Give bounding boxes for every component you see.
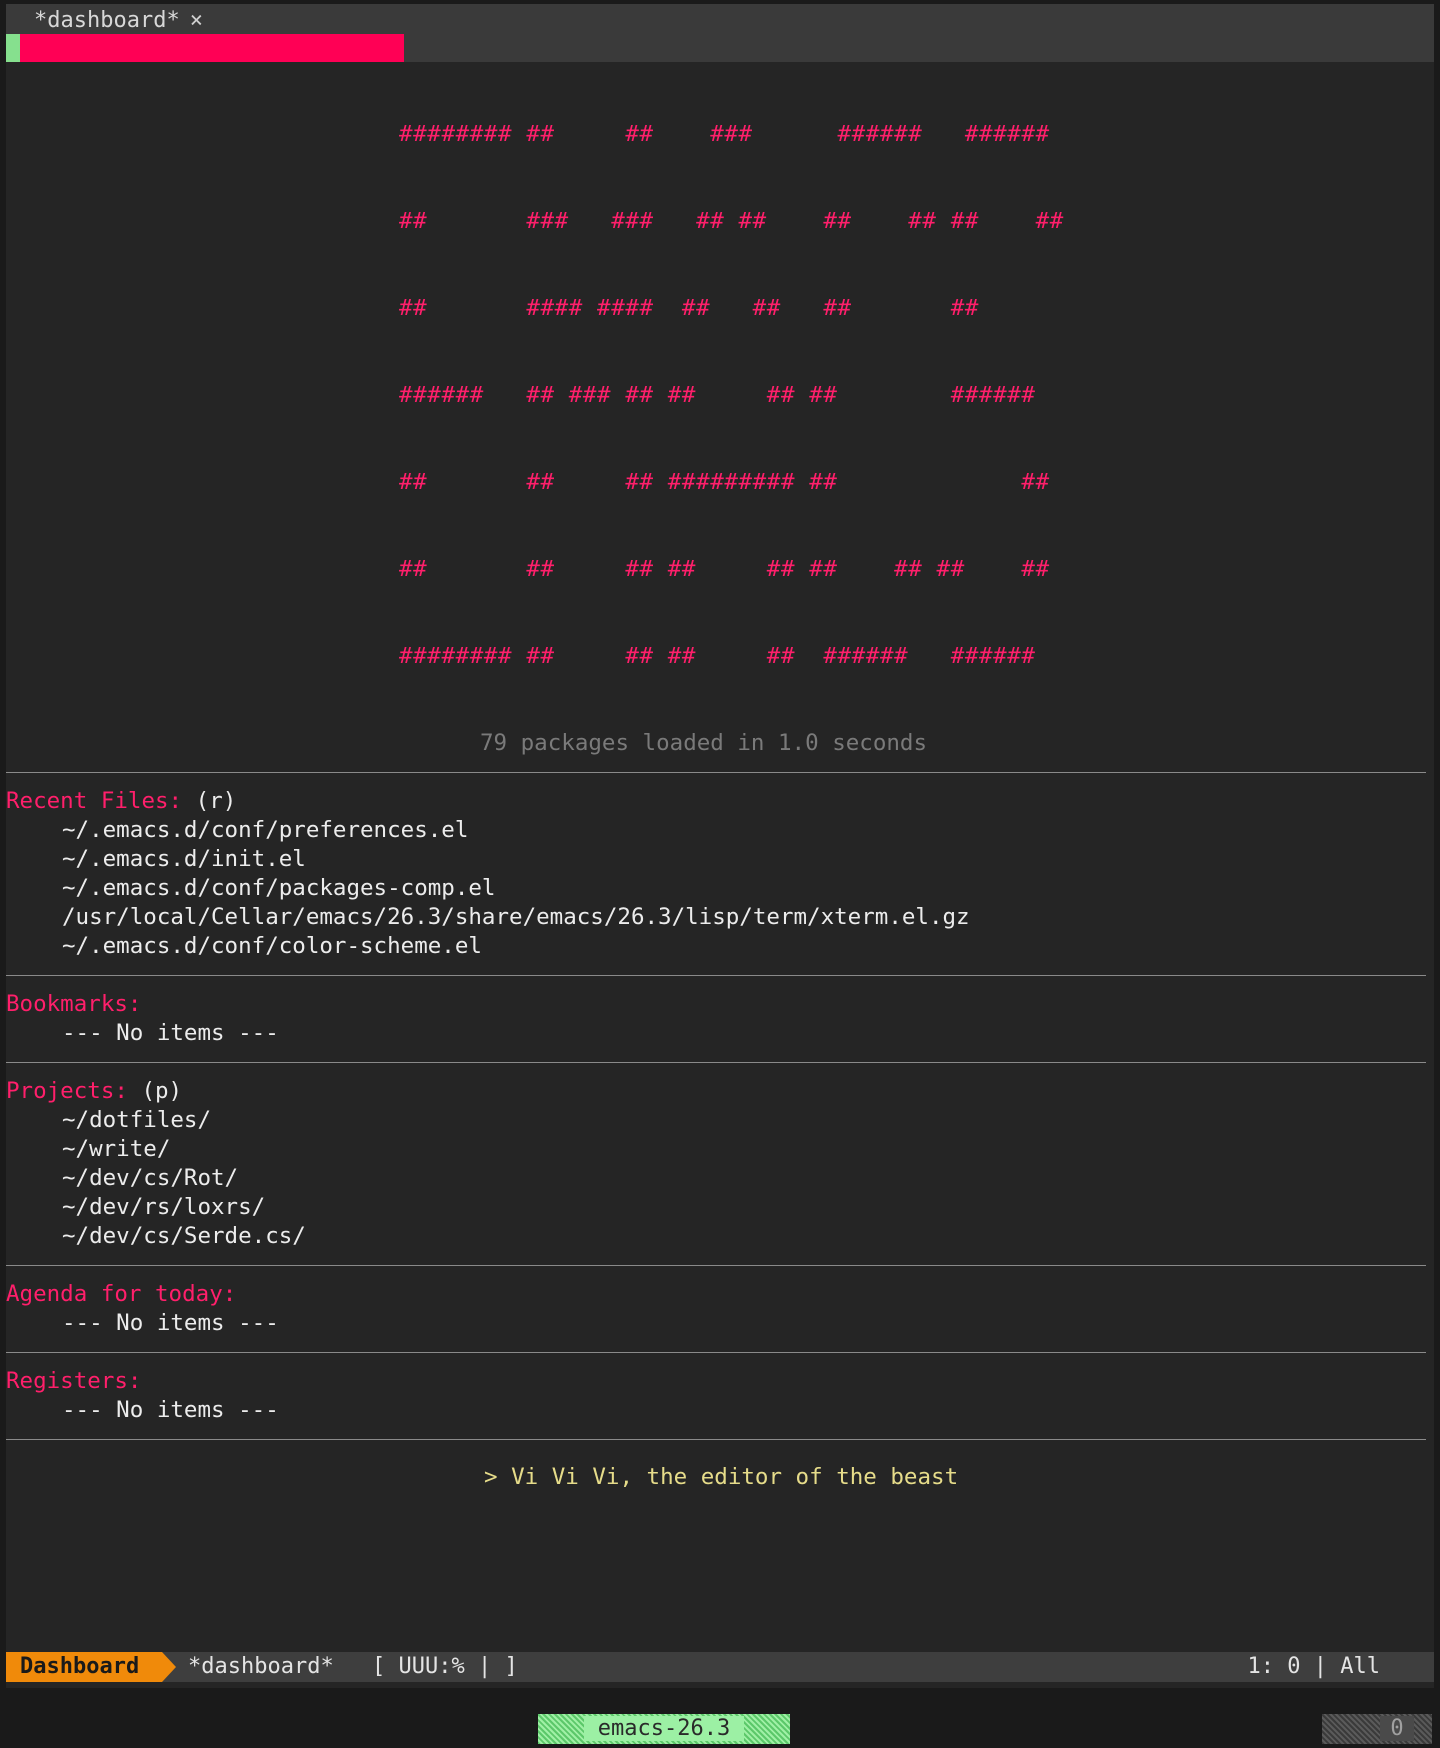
- project-item[interactable]: ~/write/: [62, 1135, 1426, 1164]
- registers-section: Registers: --- No items ---: [6, 1367, 1426, 1425]
- powerline-arrow-icon: [162, 1652, 176, 1682]
- window-title-badge[interactable]: emacs-26.3: [538, 1714, 790, 1744]
- workspace-count: 0: [1380, 1716, 1414, 1741]
- tab-active-indicator: [6, 34, 20, 62]
- recent-file-item[interactable]: /usr/local/Cellar/emacs/26.3/share/emacs…: [62, 903, 1426, 932]
- recent-files-heading: Recent Files:: [6, 788, 183, 814]
- project-item[interactable]: ~/dev/cs/Rot/: [62, 1164, 1426, 1193]
- footer-quote: > Vi Vi Vi, the editor of the beast: [484, 1464, 959, 1490]
- section-divider: [6, 1352, 1426, 1353]
- recent-file-item[interactable]: ~/.emacs.d/conf/color-scheme.el: [62, 932, 1426, 961]
- tab-dashboard[interactable]: *dashboard* ×: [34, 6, 203, 36]
- workspace-counter[interactable]: 0: [1322, 1714, 1432, 1744]
- project-item[interactable]: ~/dotfiles/: [62, 1106, 1426, 1135]
- tab-highlight-bar: [20, 34, 404, 62]
- projects-heading: Projects:: [6, 1078, 128, 1104]
- section-heading: Recent Files: (r): [6, 787, 1426, 816]
- recent-file-item[interactable]: ~/.emacs.d/init.el: [62, 845, 1426, 874]
- wm-status-bar: emacs-26.3 0: [0, 1688, 1440, 1748]
- registers-heading: Registers:: [6, 1368, 142, 1394]
- section-divider: [6, 975, 1426, 976]
- banner-line: ######## ## ## ### ###### ######: [399, 121, 1050, 147]
- bookmarks-empty: --- No items ---: [62, 1020, 279, 1046]
- tab-title: *dashboard*: [34, 8, 180, 33]
- agenda-empty: --- No items ---: [62, 1310, 279, 1336]
- section-divider: [6, 1265, 1426, 1266]
- section-heading: Projects: (p): [6, 1077, 1426, 1106]
- section-divider: [6, 1062, 1426, 1063]
- project-item[interactable]: ~/dev/rs/loxrs/: [62, 1193, 1426, 1222]
- major-mode-label[interactable]: Dashboard: [6, 1652, 162, 1682]
- recent-files-section: Recent Files: (r) ~/.emacs.d/conf/prefer…: [6, 787, 1426, 961]
- banner-line: ######## ## ## ## ## ###### ######: [399, 643, 1036, 669]
- projects-section: Projects: (p) ~/dotfiles/ ~/write/ ~/dev…: [6, 1077, 1426, 1251]
- buffer-status: [ UUU:% | ]: [372, 1654, 518, 1679]
- recent-files-shortcut: (r): [195, 788, 237, 814]
- dashboard-buffer: ######## ## ## ### ###### ###### ## ### …: [6, 62, 1426, 1492]
- section-divider: [6, 1439, 1426, 1440]
- packages-loaded-text: 79 packages loaded in 1.0 seconds: [480, 730, 928, 756]
- banner-line: ## ## ## ## ## ## ## ## ##: [399, 556, 1050, 582]
- recent-file-item[interactable]: ~/.emacs.d/conf/preferences.el: [62, 816, 1426, 845]
- recent-file-item[interactable]: ~/.emacs.d/conf/packages-comp.el: [62, 874, 1426, 903]
- ascii-banner: ######## ## ## ### ###### ###### ## ### …: [399, 62, 1426, 729]
- projects-shortcut: (p): [141, 1078, 183, 1104]
- registers-empty: --- No items ---: [62, 1397, 279, 1423]
- banner-line: ## ## ## ######### ## ##: [399, 469, 1050, 495]
- banner-line: ## #### #### ## ## ## ##: [399, 295, 979, 321]
- cursor-position: 1: 0 | All: [1247, 1654, 1380, 1679]
- bookmarks-heading: Bookmarks:: [6, 991, 142, 1017]
- project-item[interactable]: ~/dev/cs/Serde.cs/: [62, 1222, 1426, 1251]
- close-icon[interactable]: ×: [190, 8, 203, 33]
- window-title: emacs-26.3: [583, 1716, 745, 1741]
- section-divider: [6, 772, 1426, 773]
- agenda-heading: Agenda for today:: [6, 1281, 237, 1307]
- mode-line: Dashboard *dashboard* [ UUU:% | ] 1: 0 |…: [6, 1652, 1434, 1682]
- banner-line: ## ### ### ## ## ## ## ## ##: [399, 208, 1064, 234]
- agenda-section: Agenda for today: --- No items ---: [6, 1280, 1426, 1338]
- bookmarks-section: Bookmarks: --- No items ---: [6, 990, 1426, 1048]
- buffer-name[interactable]: *dashboard*: [188, 1652, 334, 1682]
- banner-line: ###### ## ### ## ## ## ## ######: [399, 382, 1036, 408]
- emacs-frame: *dashboard* × ######## ## ## ### ###### #…: [6, 4, 1434, 1688]
- tab-bar: *dashboard* ×: [6, 4, 1434, 62]
